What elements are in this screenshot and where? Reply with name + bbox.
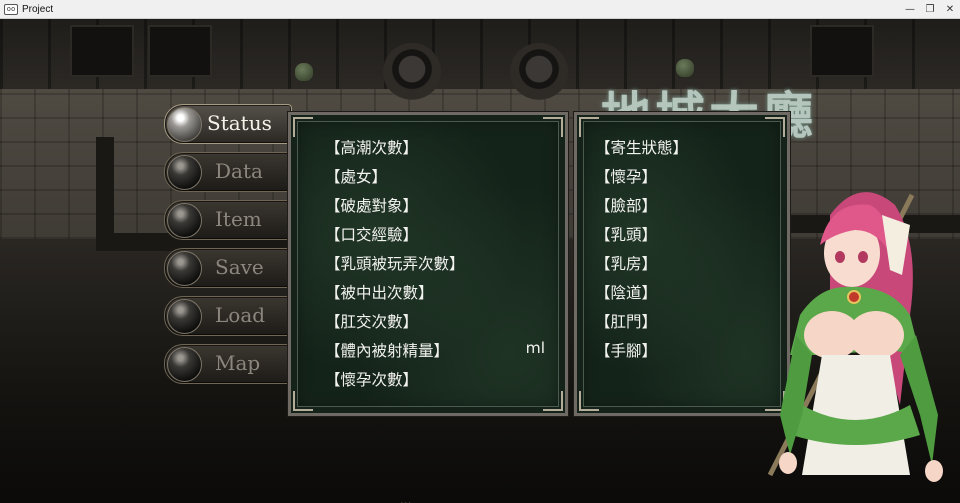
panel-corner-ornament xyxy=(293,391,313,411)
body-status-panel: 【寄生狀態】 【懷孕】 【臉部】 【乳頭】 【乳房】 【陰道】 【肛門】 【手腳… xyxy=(573,111,791,417)
title-bar: oo Project — ❐ ✕ xyxy=(0,0,960,19)
status-row: 【處女】 xyxy=(325,165,555,194)
body-status-row: 【臉部】 xyxy=(595,197,658,215)
status-row: 【乳頭被玩弄次數】 xyxy=(325,252,555,281)
close-button[interactable]: ✕ xyxy=(940,0,960,18)
status-label: 【口交經驗】 xyxy=(325,226,419,244)
map-door xyxy=(70,25,134,77)
orb-icon xyxy=(167,107,202,142)
window-controls: — ❐ ✕ xyxy=(900,0,960,18)
panel-corner-ornament xyxy=(543,117,563,137)
arm xyxy=(900,335,938,465)
body-status-list: 【寄生狀態】 【懷孕】 【臉部】 【乳頭】 【乳房】 【陰道】 【肛門】 【手腳… xyxy=(595,136,688,368)
map-track xyxy=(96,137,114,247)
body-status-row: 【懷孕】 xyxy=(595,168,658,186)
map-pot xyxy=(676,59,694,77)
menu-data-label: Data xyxy=(215,159,263,183)
status-row: 【破處對象】 xyxy=(325,194,555,223)
hand xyxy=(925,460,943,482)
orb-icon xyxy=(167,251,202,286)
chest xyxy=(848,311,904,359)
status-label: 【破處對象】 xyxy=(325,197,419,215)
status-label: 【乳頭被玩弄次數】 xyxy=(325,255,465,273)
menu-load-label: Load xyxy=(215,303,266,327)
body-status-row: 【乳頭】 xyxy=(595,226,658,244)
body-status-row: 【寄生狀態】 xyxy=(595,139,689,157)
map-door xyxy=(810,25,874,77)
status-panel: 【高潮次數】 【處女】 【破處對象】 【口交經驗】 【乳頭被玩弄次數】 【被中出… xyxy=(287,111,569,417)
status-row: 【肛交次數】 xyxy=(325,310,555,339)
body-status-row: 【肛門】 xyxy=(595,313,658,331)
panel-corner-ornament xyxy=(579,391,599,411)
menu-item-button[interactable]: Item xyxy=(164,200,292,240)
status-label: 【體內被射精量】 xyxy=(325,342,450,360)
status-label: 【懷孕次數】 xyxy=(325,371,419,389)
body-status-row: 【手腳】 xyxy=(595,342,658,360)
panel-corner-ornament xyxy=(293,117,313,137)
status-row: 【體內被射精量】 ml xyxy=(325,339,555,368)
game-window: oo Project — ❐ ✕ 地城大廳 ... Status xyxy=(0,0,960,503)
hand xyxy=(779,452,797,474)
map-pillar xyxy=(383,43,441,101)
menu-status-button[interactable]: Status xyxy=(164,104,292,144)
status-unit: ml xyxy=(525,339,545,357)
menu-save-button[interactable]: Save xyxy=(164,248,292,288)
window-title: Project xyxy=(22,3,54,15)
status-label: 【被中出次數】 xyxy=(325,284,434,302)
gem xyxy=(847,290,861,304)
menu-map-button[interactable]: Map xyxy=(164,344,292,384)
status-row: 【懷孕次數】 xyxy=(325,368,555,397)
map-door xyxy=(148,25,212,77)
panel-corner-ornament xyxy=(765,117,785,137)
menu-data-button[interactable]: Data xyxy=(164,152,292,192)
body-status-row: 【陰道】 xyxy=(595,284,658,302)
orb-icon xyxy=(167,347,202,382)
status-row: 【口交經驗】 xyxy=(325,223,555,252)
menu-load-button[interactable]: Load xyxy=(164,296,292,336)
menu-map-label: Map xyxy=(215,351,261,375)
map-pot xyxy=(295,63,313,81)
orb-icon xyxy=(167,155,202,190)
status-label: 【肛交次數】 xyxy=(325,313,419,331)
character-portrait xyxy=(767,192,943,482)
map-bottom-text: ... xyxy=(400,493,412,503)
app-icon: oo xyxy=(4,3,18,15)
body-status-row: 【乳房】 xyxy=(595,255,658,273)
restore-button[interactable]: ❐ xyxy=(920,0,940,18)
minimize-button[interactable]: — xyxy=(900,0,920,18)
panel-corner-ornament xyxy=(579,117,599,137)
status-list: 【高潮次數】 【處女】 【破處對象】 【口交經驗】 【乳頭被玩弄次數】 【被中出… xyxy=(325,136,555,397)
status-label: 【高潮次數】 xyxy=(325,139,419,157)
orb-icon xyxy=(167,299,202,334)
orb-icon xyxy=(167,203,202,238)
eye xyxy=(835,251,845,263)
map-pillar xyxy=(510,43,568,101)
menu-save-label: Save xyxy=(215,255,264,279)
eye xyxy=(858,251,868,263)
status-row: 【高潮次數】 xyxy=(325,136,555,165)
status-row: 【被中出次數】 xyxy=(325,281,555,310)
menu-status-label: Status xyxy=(207,111,272,135)
menu-item-label: Item xyxy=(215,207,262,231)
status-label: 【處女】 xyxy=(325,168,388,186)
